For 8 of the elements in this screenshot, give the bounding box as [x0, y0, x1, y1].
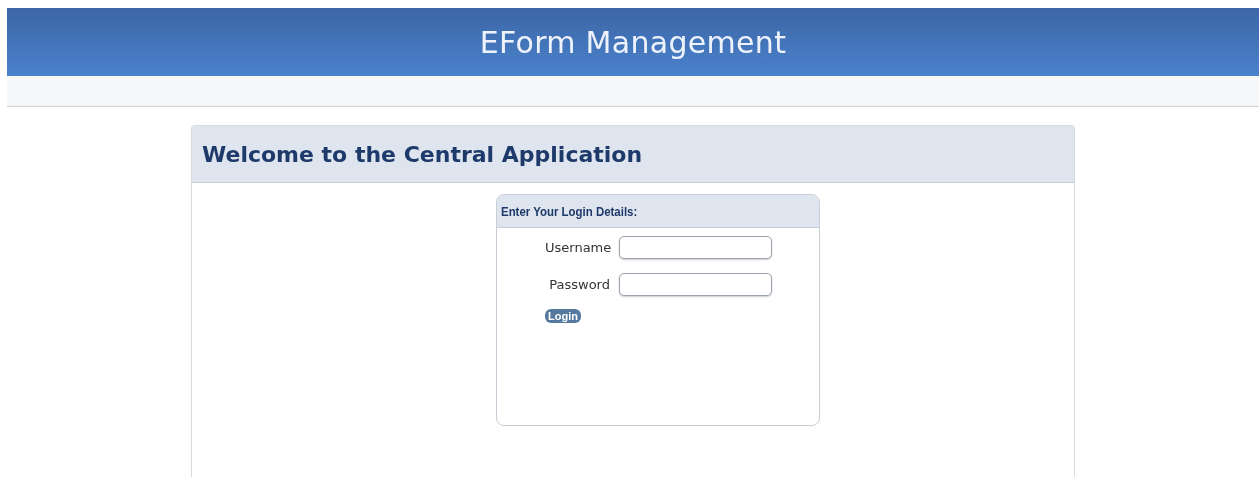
- field-label: Password: [548, 277, 610, 292]
- field-label: Username: [545, 240, 610, 255]
- login-button[interactable]: Login: [545, 309, 581, 323]
- input-field[interactable]: [619, 273, 772, 296]
- login-box-title: Enter Your Login Details:: [501, 203, 638, 219]
- app-title: EForm Management: [479, 24, 787, 60]
- input-field[interactable]: [619, 236, 772, 259]
- panel-title: Welcome to the Central Application: [202, 141, 643, 167]
